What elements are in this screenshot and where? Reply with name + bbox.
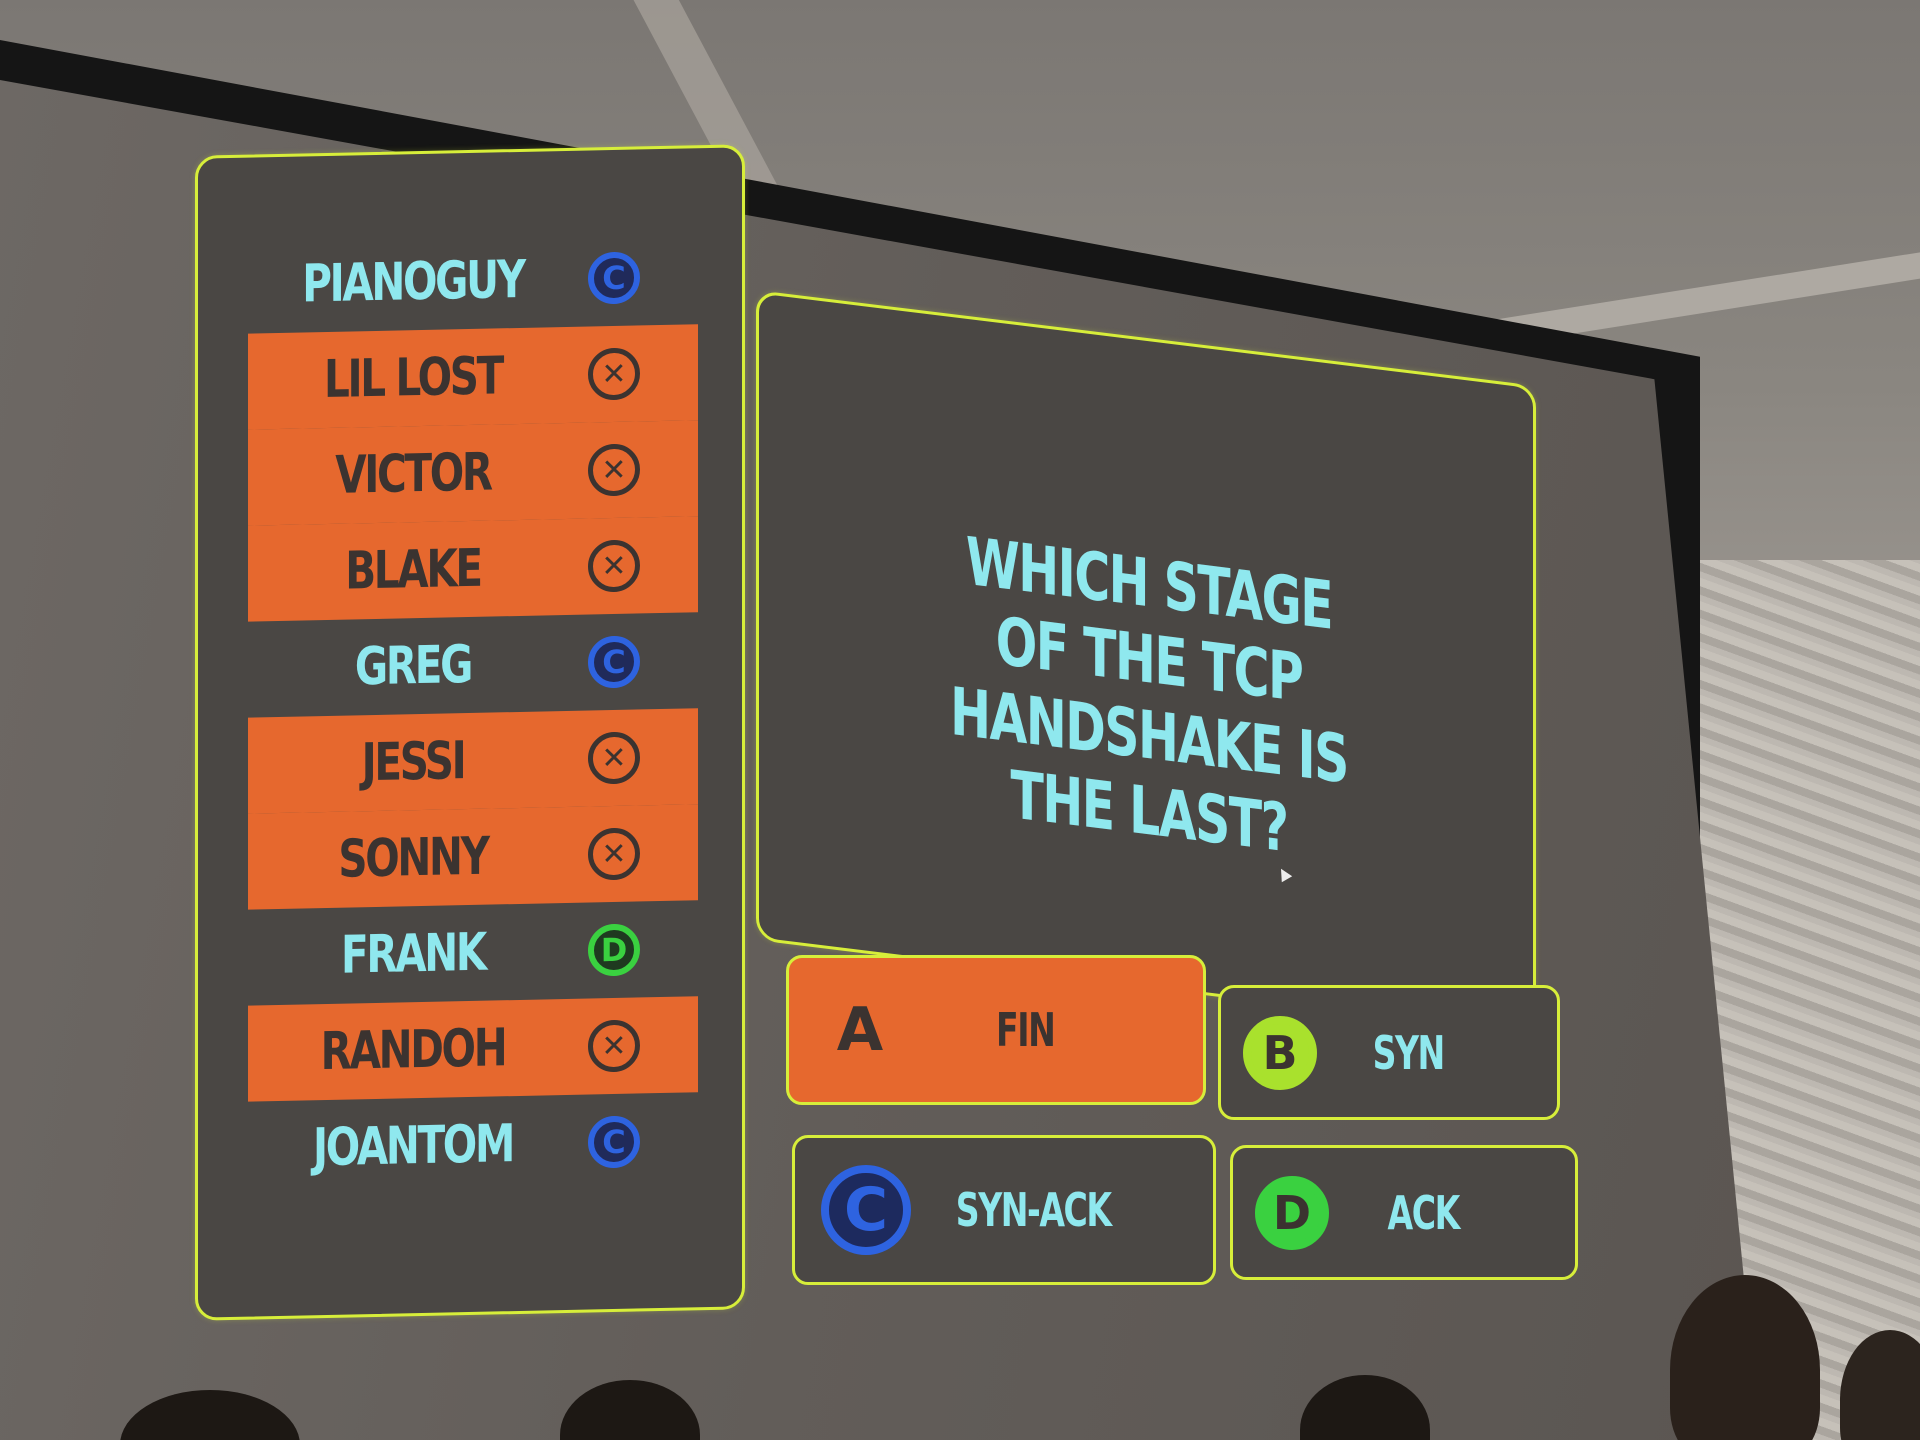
answer-option-b[interactable]: B SYN: [1218, 985, 1560, 1120]
player-row: GREG C: [248, 612, 698, 717]
question-panel: WHICH STAGE OF THE TCP HANDSHAKE IS THE …: [756, 290, 1536, 1036]
answer-text: SYN-ACK: [955, 1183, 1112, 1237]
answer-text: ACK: [1387, 1185, 1461, 1240]
letter-c-badge-icon: C: [588, 251, 640, 305]
answer-text: SYN: [1372, 1025, 1446, 1080]
letter-c-badge-icon: C: [588, 635, 640, 689]
player-row: JESSI ✕: [248, 708, 698, 814]
question-text: WHICH STAGE OF THE TCP HANDSHAKE IS THE …: [950, 522, 1348, 868]
player-name: PIANOGUY: [302, 249, 524, 315]
letter-d-badge-icon: D: [1255, 1175, 1329, 1250]
player-row: SONNY ✕: [248, 804, 698, 910]
player-row: FRANK D: [248, 900, 698, 1005]
player-name: JOANTOM: [313, 1114, 513, 1179]
game-screen: PIANOGUY C LIL LOST ✕ VICTOR ✕ BLAKE ✕ G…: [0, 0, 1920, 1440]
letter-c-badge-icon: C: [588, 1115, 640, 1169]
player-name: SONNY: [338, 826, 488, 890]
player-name: BLAKE: [345, 538, 481, 602]
x-circle-icon: ✕: [588, 827, 640, 881]
player-row: LIL LOST ✕: [248, 324, 698, 430]
x-circle-icon: ✕: [588, 443, 640, 497]
letter-d-badge-icon: D: [588, 923, 640, 977]
answer-text: FIN: [996, 1003, 1056, 1057]
x-circle-icon: ✕: [588, 347, 640, 401]
player-row: VICTOR ✕: [248, 420, 698, 526]
player-row: JOANTOM C: [248, 1092, 698, 1197]
player-name: LIL LOST: [324, 346, 502, 411]
player-row: BLAKE ✕: [248, 516, 698, 622]
player-name: FRANK: [340, 922, 486, 986]
answer-option-c[interactable]: C SYN-ACK: [792, 1135, 1216, 1285]
letter-c-badge-icon: C: [821, 1165, 911, 1255]
letter-b-badge-icon: B: [1243, 1015, 1317, 1090]
player-row: RANDOH ✕: [248, 996, 698, 1102]
player-row: PIANOGUY C: [248, 228, 698, 333]
letter-a-badge: A: [836, 995, 884, 1065]
player-name: GREG: [354, 634, 472, 698]
answer-option-d[interactable]: D ACK: [1230, 1145, 1578, 1280]
player-name: RANDOH: [320, 1018, 506, 1083]
answer-option-a[interactable]: A FIN: [786, 955, 1206, 1105]
x-circle-icon: ✕: [588, 731, 640, 785]
x-circle-icon: ✕: [588, 539, 640, 593]
player-name: VICTOR: [335, 442, 491, 506]
player-name: JESSI: [361, 731, 465, 794]
player-leaderboard: PIANOGUY C LIL LOST ✕ VICTOR ✕ BLAKE ✕ G…: [195, 144, 745, 1321]
x-circle-icon: ✕: [588, 1019, 640, 1073]
